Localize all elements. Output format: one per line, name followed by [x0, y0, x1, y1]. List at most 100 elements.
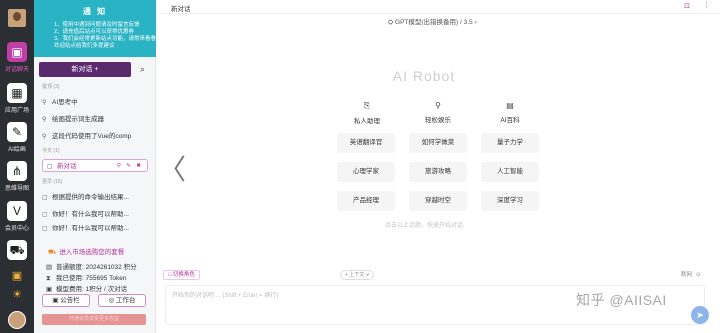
rail-item-cart[interactable]: ⛟ — [2, 240, 32, 262]
rail-item-label: 会员中心 — [4, 226, 29, 232]
rail-item-apps[interactable]: ▦ 应用广场 — [2, 83, 32, 114]
market-link-label: 进入市场选购您的套餐 — [59, 249, 125, 256]
category-label: 轻松娱乐 — [425, 117, 451, 124]
session-title: 绘画提示词生成器 — [52, 116, 104, 123]
session-item-active[interactable]: ▢ 新对话 ⚲ ✎ ✖ — [42, 159, 148, 172]
message-placeholder: 开始你的对话吧 ... (Shift + Enter = 换行) — [172, 293, 279, 299]
session-item[interactable]: ⚲ AI思考中 — [42, 96, 150, 109]
collapse-sidebar-icon[interactable]: 〈 — [158, 150, 186, 190]
mindmap-icon: ⋔ — [7, 161, 27, 181]
section-today: 今天 (1) — [42, 147, 60, 154]
chat-bubble-icon: ▢ — [47, 164, 53, 170]
stat-label: 我已使用: — [56, 275, 84, 282]
notice-line: 欢迎站点给我们多提建议 — [54, 43, 115, 49]
rail-item-label: 应用广场 — [4, 108, 29, 114]
topic-chip[interactable]: 人工智能 — [481, 162, 539, 182]
session-tools[interactable]: ⚲ ✎ ✖ — [117, 160, 143, 171]
section-label: 今天 — [42, 148, 53, 154]
rail-item-vip[interactable]: V 会员中心 — [2, 201, 32, 232]
category-encyclopedia[interactable]: ▤ AI百科 — [480, 101, 540, 124]
section-count: (3) — [53, 84, 60, 90]
rail-item-chat[interactable]: ▣ 对话聊天 — [2, 42, 32, 73]
rail-item-paint[interactable]: ✎ AI绘画 — [2, 122, 32, 153]
session-title: 根据提供的命令输出结果... — [52, 194, 129, 201]
send-button[interactable]: ➤ — [691, 306, 709, 324]
topic-chip[interactable]: 心理学家 — [337, 162, 395, 182]
session-title: 这段代码使用了Vue的comp — [52, 133, 132, 140]
role-switch-button[interactable]: □ 切换角色 — [163, 270, 200, 280]
stat-value: 2024261032 积分 — [85, 264, 137, 271]
top-bar: 新对话 ⊡ ⋮ — [160, 0, 720, 14]
user-avatar[interactable] — [8, 9, 26, 27]
topic-chip[interactable]: 如何学做菜 — [409, 133, 467, 153]
topic-chip[interactable]: 英语翻译官 — [337, 133, 395, 153]
chat-bubble-icon: ▢ — [42, 212, 48, 218]
session-title: 新对话 — [57, 163, 77, 170]
model-selector[interactable]: ⛭ GPT模型(出错换备用) / 3.5 › — [388, 16, 477, 27]
topic-chip[interactable]: 量子力学 — [481, 133, 539, 153]
toggle-icon: ⊙ — [696, 272, 701, 278]
session-item[interactable]: ▢ 根据提供的命令输出结果... — [42, 191, 150, 204]
category-entertainment[interactable]: ⚲ 轻松娱乐 — [408, 101, 468, 124]
bottom-avatar[interactable] — [8, 311, 26, 329]
pin-icon: ⚲ — [42, 117, 47, 123]
gift-icon[interactable]: ▣ — [11, 270, 23, 282]
notice-banner: 通 知 1、使用中遇到问题请及时留言反馈 2、请充值后站点可以获得优惠券 3、我… — [34, 0, 156, 57]
topic-chip[interactable]: 深度学习 — [481, 191, 539, 211]
market-link[interactable]: ⛟ 进入市场选购您的套餐 — [48, 246, 124, 257]
more-icon[interactable]: ⋮ — [703, 1, 710, 9]
workbench-label: 工作台 — [115, 297, 136, 304]
announcement-label: 公告栏 — [60, 297, 80, 304]
section-count: (1) — [53, 148, 60, 154]
new-chat-button[interactable]: 新对话 + — [39, 62, 131, 77]
topic-chip[interactable]: 产品经理 — [337, 191, 395, 211]
robot-icon: ⛭ — [388, 19, 396, 26]
chat-title: 新对话 — [171, 6, 191, 13]
vip-icon: V — [7, 201, 27, 221]
theme-toggle-icon[interactable]: ☀ — [11, 289, 23, 301]
assistant-icon: ⎘ — [363, 101, 371, 110]
section-earlier: 更早 (15) — [42, 178, 62, 185]
category-label: 私人助理 — [354, 118, 380, 125]
search-icon[interactable]: ⌕ — [135, 62, 150, 77]
announcement-button[interactable]: ▣ 公告栏 — [42, 294, 90, 307]
stat-row: ⧗ 我已使用: 755695 Token — [46, 272, 126, 283]
session-item[interactable]: ▢ 你好！有什么我可以帮助... — [42, 225, 150, 233]
workbench-button[interactable]: ◎ 工作台 — [98, 294, 146, 307]
stat-value: 1积分 / 次对话 — [85, 286, 128, 293]
send-icon: ➤ — [696, 310, 704, 320]
model-selector-label: GPT模型(出错换备用) / 3.5 — [395, 19, 473, 26]
wallet-icon: ▤ — [46, 264, 53, 271]
rail-item-label: AI绘画 — [8, 147, 26, 153]
online-toggle[interactable]: 联网 ⊙ — [681, 270, 701, 278]
pin-icon: ⚲ — [42, 134, 47, 140]
stat-value: 755695 Token — [85, 275, 127, 282]
chat-bubble-icon: ▢ — [42, 195, 48, 201]
cart-icon: ⛟ — [7, 240, 27, 260]
topic-chip[interactable]: 旅游攻略 — [409, 162, 467, 182]
category-label: AI百科 — [500, 117, 520, 124]
rail-item-label: 思维导图 — [4, 186, 29, 192]
hourglass-icon: ⧗ — [46, 275, 51, 282]
membership-bar[interactable]: 开通会员享受更多权益 — [42, 314, 146, 325]
pin-icon: ⚲ — [435, 101, 441, 110]
category-assistant[interactable]: ⎘ 私人助理 — [337, 101, 397, 125]
session-title: AI思考中 — [52, 99, 78, 106]
topic-chip[interactable]: 穿越时空 — [409, 191, 467, 211]
paint-icon: ✎ — [7, 122, 27, 142]
session-item[interactable]: ⚲ 绘画提示词生成器 — [42, 113, 150, 126]
section-label: 更早 — [42, 179, 53, 185]
context-button[interactable]: + 上下文 ∨ — [340, 270, 375, 280]
rail-item-label: 对话聊天 — [4, 67, 29, 73]
brand-title: AI Robot — [392, 68, 456, 84]
session-item[interactable]: ⚲ 这段代码使用了Vue的comp — [42, 130, 150, 143]
chevron-right-icon: › — [472, 19, 477, 26]
session-item[interactable]: ▢ 你好！有什么我可以帮助... — [42, 208, 150, 221]
icon-rail: ▣ 对话聊天 ▦ 应用广场 ✎ AI绘画 ⋔ 思维导图 V 会员中心 ⛟ ▣ ☀ — [0, 0, 34, 333]
book-icon: ▤ — [506, 101, 514, 110]
apps-icon: ▦ — [7, 83, 27, 103]
pin-icon: ⚲ — [42, 100, 47, 106]
cart-icon: ⛟ — [48, 249, 57, 256]
gift-icon[interactable]: ⊡ — [684, 2, 690, 10]
rail-item-mindmap[interactable]: ⋔ 思维导图 — [2, 161, 32, 192]
